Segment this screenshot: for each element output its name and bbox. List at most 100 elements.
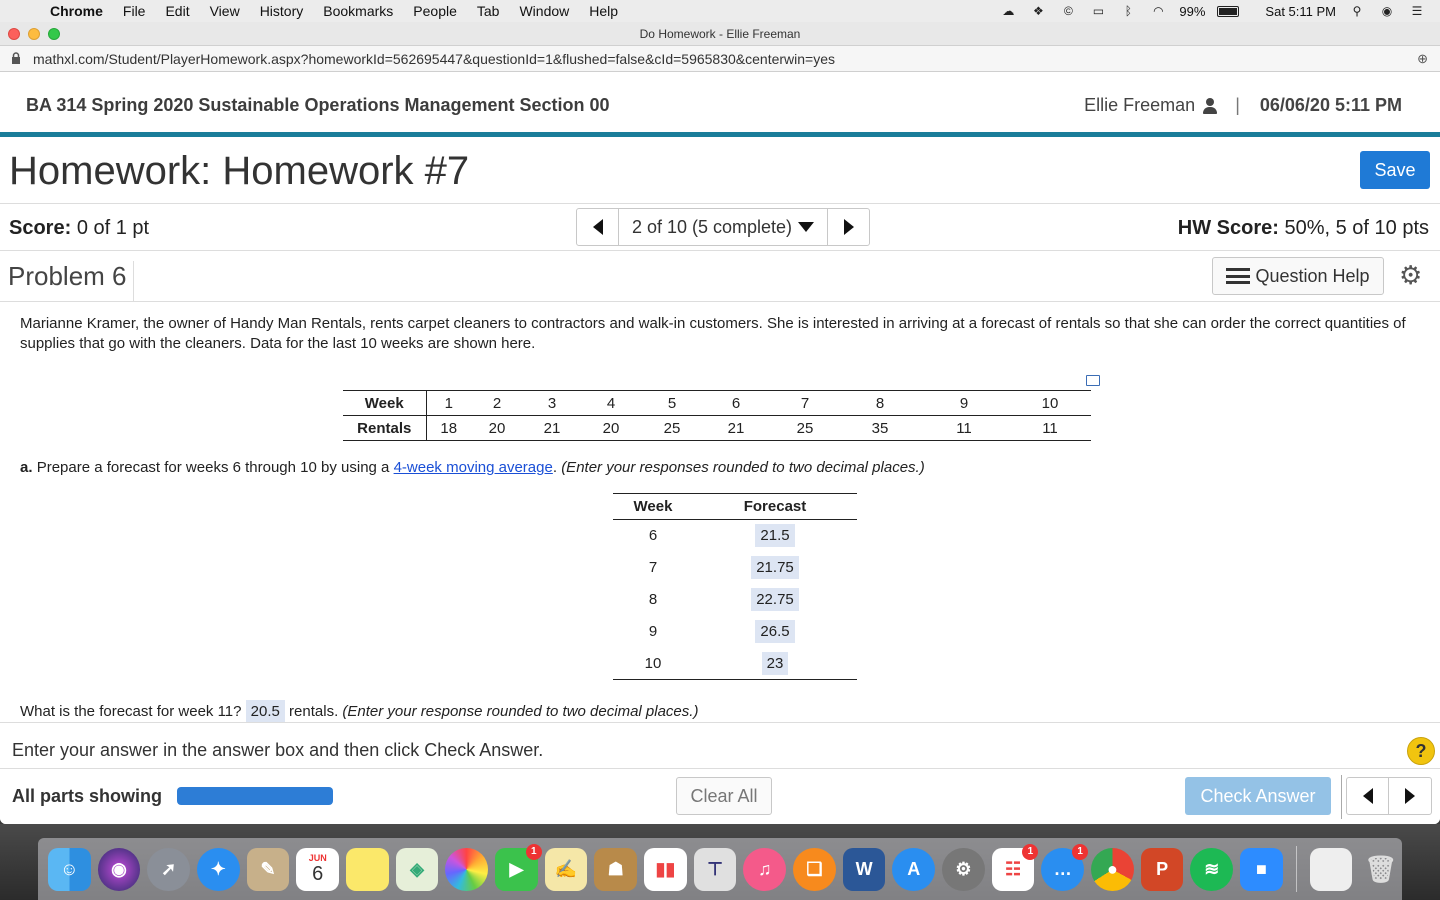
photos-icon[interactable]	[445, 847, 489, 891]
forecast-answer-box-week-8[interactable]: 22.75	[751, 588, 799, 611]
app-store-icon[interactable]: A	[892, 847, 936, 891]
launchpad-icon[interactable]: ➚	[147, 847, 191, 891]
menu-edit[interactable]: Edit	[155, 3, 199, 19]
bluetooth-icon[interactable]: ᛒ	[1119, 4, 1137, 18]
documents-stack-icon[interactable]	[1309, 847, 1353, 891]
header-divider: |	[1235, 95, 1240, 115]
week-11-unit: rentals.	[289, 703, 339, 720]
forecast-week: 10	[613, 647, 693, 680]
save-button[interactable]: Save	[1360, 151, 1430, 189]
table-cell: 11	[1009, 415, 1091, 441]
question-selector-dropdown[interactable]: 2 of 10 (5 complete)	[619, 209, 827, 245]
hw-score-label: HW Score:	[1177, 217, 1279, 239]
powerpoint-icon[interactable]: P	[1140, 847, 1184, 891]
facetime-icon[interactable]: ▶ 1	[495, 843, 542, 891]
gear-icon[interactable]: ⚙	[1399, 262, 1425, 288]
url-text[interactable]: mathxl.com/Student/PlayerHomework.aspx?h…	[33, 51, 835, 67]
table-cell: 20	[471, 415, 523, 441]
messages-icon[interactable]: … 1	[1041, 843, 1089, 891]
zoom-app-icon[interactable]: ■	[1240, 847, 1283, 891]
problem-header: Problem 6 Question Help ⚙	[0, 252, 1440, 302]
table-cell: 2	[471, 390, 523, 416]
chrome-icon[interactable]: ●	[1091, 847, 1134, 891]
user-name[interactable]: Ellie Freeman	[1084, 95, 1195, 116]
trash-icon[interactable]: 🗑	[1359, 848, 1402, 891]
question-help-label: Question Help	[1255, 265, 1370, 286]
hw-score: HW Score: 50%, 5 of 10 pts	[1178, 217, 1429, 240]
previous-question-button[interactable]	[577, 209, 619, 245]
reminders-icon[interactable]: ☷ 1	[991, 843, 1039, 891]
notification-center-icon[interactable]: ☰	[1408, 4, 1426, 18]
table-cell: 21	[703, 415, 769, 441]
help-question-icon[interactable]: ?	[1407, 737, 1435, 765]
spotlight-search-icon[interactable]: ⚲	[1348, 4, 1366, 18]
table-row: Week 1 2 3 4 5 6 7 8 9 10	[343, 390, 1091, 416]
numbers-icon[interactable]: ▮▮	[644, 847, 687, 891]
menubar-clock[interactable]: Sat 5:11 PM	[1265, 4, 1336, 19]
contacts-icon[interactable]: ☗	[594, 847, 638, 891]
finder-icon[interactable]: ☺	[48, 847, 91, 891]
list-icon	[1226, 268, 1251, 284]
table-row: 7 21.75	[613, 552, 857, 584]
forecast-answer-box-week-9[interactable]: 26.5	[755, 620, 795, 643]
keynote-icon[interactable]: ⊤	[693, 847, 737, 891]
wifi-icon[interactable]: ◠	[1149, 4, 1167, 18]
battery-icon[interactable]	[1217, 5, 1240, 17]
table-cell: 25	[769, 415, 841, 441]
dropbox-icon[interactable]: ❖	[1029, 4, 1047, 18]
table-cell: 35	[841, 415, 919, 441]
forecast-answer-box-week-7[interactable]: 21.75	[751, 556, 799, 579]
airplay-icon[interactable]: ▭	[1089, 4, 1107, 18]
header-datetime: 06/06/20 5:11 PM	[1259, 95, 1402, 115]
forecast-week: 9	[648, 623, 658, 640]
books-icon[interactable]: ❑	[793, 847, 836, 891]
week-11-answer-box[interactable]: 20.5	[245, 700, 285, 723]
maps-icon[interactable]: ◈	[395, 847, 439, 891]
previous-part-button[interactable]	[1347, 778, 1390, 814]
forecast-answer-box-week-6[interactable]: 21.5	[755, 524, 795, 548]
table-cell: 21	[523, 415, 581, 441]
system-preferences-icon[interactable]: ⚙	[942, 847, 985, 891]
calendar-icon[interactable]: JUN 6	[296, 847, 340, 891]
menu-history[interactable]: History	[250, 3, 314, 19]
clear-all-button[interactable]: Clear All	[676, 777, 772, 815]
textedit-icon[interactable]: ✍	[544, 847, 588, 891]
safari-icon[interactable]: ✦	[197, 847, 240, 891]
question-help-button[interactable]: Question Help	[1212, 257, 1384, 295]
menu-window[interactable]: Window	[509, 3, 579, 19]
menu-view[interactable]: View	[200, 3, 250, 19]
menu-file[interactable]: File	[113, 3, 156, 19]
part-a-label: a.	[20, 459, 33, 476]
address-bar[interactable]: mathxl.com/Student/PlayerHomework.aspx?h…	[0, 46, 1440, 72]
forecast-answer-box-week-10[interactable]: 23	[761, 651, 789, 675]
question-score: Score: 0 of 1 pt	[9, 217, 149, 240]
preview-icon[interactable]: ✎	[246, 847, 290, 891]
menu-people[interactable]: People	[403, 3, 467, 19]
table-cell: 18	[426, 415, 471, 441]
word-icon[interactable]: W	[842, 847, 886, 891]
notes-icon[interactable]	[346, 847, 389, 891]
menu-app-name[interactable]: Chrome	[40, 3, 113, 19]
popout-window-icon[interactable]	[1086, 375, 1100, 386]
creative-cloud-icon[interactable]: ☁	[999, 4, 1017, 18]
part-a-text: Prepare a forecast for weeks 6 through 1…	[36, 459, 390, 476]
part-pager	[1346, 777, 1432, 815]
parts-progress-bar	[177, 787, 333, 805]
next-part-button[interactable]	[1389, 778, 1431, 814]
itunes-icon[interactable]: ♫	[743, 847, 787, 891]
menu-bookmarks[interactable]: Bookmarks	[313, 3, 403, 19]
zoom-icon[interactable]: ⊕	[1417, 51, 1428, 67]
check-answer-button[interactable]: Check Answer	[1185, 777, 1331, 815]
grammarly-icon[interactable]: ©	[1059, 4, 1077, 18]
siri-icon[interactable]: ◉	[1378, 4, 1396, 18]
menu-help[interactable]: Help	[579, 3, 628, 19]
question-navigator: 2 of 10 (5 complete)	[576, 208, 870, 246]
homework-page: BA 314 Spring 2020 Sustainable Operation…	[0, 72, 1440, 824]
forecast-week: 6	[648, 527, 658, 545]
spotify-icon[interactable]: ≋	[1190, 847, 1234, 891]
action-bar: All parts showing Clear All Check Answer	[0, 768, 1440, 824]
siri-icon[interactable]: ◉	[97, 847, 141, 891]
next-question-button[interactable]	[827, 209, 869, 245]
moving-average-link[interactable]: 4-week moving average	[394, 459, 553, 476]
menu-tab[interactable]: Tab	[467, 3, 510, 19]
